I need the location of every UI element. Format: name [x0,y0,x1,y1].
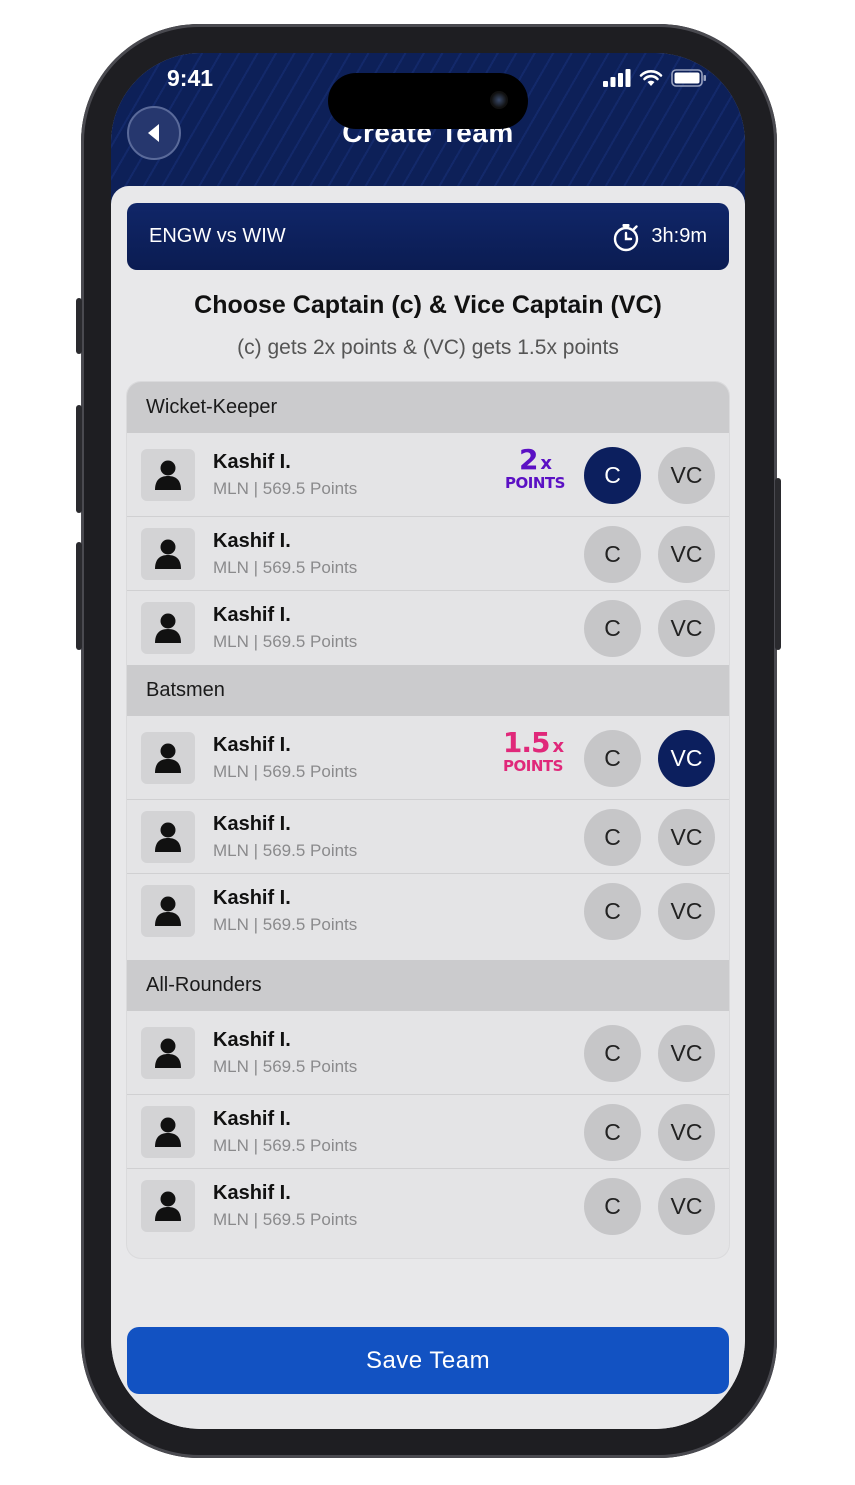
avatar [141,731,195,784]
instructions-subtitle: (c) gets 2x points & (VC) gets 1.5x poin… [237,336,619,359]
captain-button[interactable]: C [584,599,641,657]
player-row: Kashif I. MLN | 569.5 Points C VC [127,1011,729,1095]
wifi-icon [639,70,663,86]
player-meta: MLN | 569.5 Points [213,1136,358,1155]
player-meta: MLN | 569.5 Points [213,1210,358,1229]
player-row: Kashif I. MLN | 569.5 Points C VC [127,1169,729,1243]
player-row: Kashif I. MLN | 569.5 Points C VC [127,517,729,591]
player-meta: MLN | 569.5 Points [213,762,358,781]
user-icon [155,613,181,643]
vice-captain-button[interactable]: VC [658,446,715,504]
user-icon [155,822,181,852]
vice-captain-button[interactable]: VC [658,808,715,866]
avatar [141,810,195,863]
user-icon [155,896,181,926]
player-meta: MLN | 569.5 Points [213,479,358,498]
stopwatch-icon [614,223,639,251]
section-header: All-Rounders [127,960,729,1011]
app-screen: 9:41 Create Team ENGW vs WIW 3h:9m Choos… [111,53,745,1429]
player-list: Wicket-Keeper Kashif I. MLN | 569.5 Points… [127,382,729,1258]
section-header: Wicket-Keeper [127,382,729,433]
avatar [141,1026,195,1079]
avatar [141,1105,195,1158]
badge-x: x [552,736,564,757]
player-name: Kashif I. [213,604,291,626]
player-row: Kashif I. MLN | 569.5 Points C VC [127,874,729,948]
captain-button[interactable]: C [584,882,641,940]
save-team-button[interactable]: Save Team [127,1327,729,1394]
captain-button[interactable]: C [584,1103,641,1161]
player-name: Kashif I. [213,734,291,756]
player-name: Kashif I. [213,1029,291,1051]
back-arrow-icon [148,124,159,142]
user-icon [155,743,181,773]
vice-captain-button[interactable]: VC [658,729,715,787]
match-teams: ENGW vs WIW [149,225,286,247]
power-button [775,478,781,650]
captain-button[interactable]: C [584,446,641,504]
player-meta: MLN | 569.5 Points [213,1057,358,1076]
player-meta: MLN | 569.5 Points [213,558,358,577]
player-meta: MLN | 569.5 Points [213,632,358,651]
captain-button[interactable]: C [584,1024,641,1082]
vice-captain-button[interactable]: VC [658,525,715,583]
player-row: Kashif I. MLN | 569.5 Points 1.5 x POINTS C VC [127,716,729,800]
mute-switch [76,298,82,354]
user-icon [155,460,181,490]
player-name: Kashif I. [213,1182,291,1204]
captain-button[interactable]: C [584,729,641,787]
section-header: Batsmen [127,665,729,716]
captain-points-badge: 2 x POINTS [499,446,571,491]
signal-icon [603,69,631,87]
avatar [141,448,195,501]
player-name: Kashif I. [213,813,291,835]
user-icon [155,1038,181,1068]
badge-label: POINTS [505,474,565,492]
match-timer: 3h:9m [611,222,707,252]
player-row: Kashif I. MLN | 569.5 Points C VC [127,800,729,874]
player-name: Kashif I. [213,530,291,552]
player-name: Kashif I. [213,451,291,473]
back-button[interactable] [127,106,181,160]
captain-button[interactable]: C [584,808,641,866]
player-name: Kashif I. [213,887,291,909]
user-icon [155,1117,181,1147]
volume-up-button [76,405,82,513]
status-time: 9:41 [167,65,214,91]
vice-captain-button[interactable]: VC [658,1024,715,1082]
avatar [141,527,195,580]
player-row: Kashif I. MLN | 569.5 Points C VC [127,1095,729,1169]
badge-x: x [540,453,552,474]
badge-multiplier: 1.5 [502,726,551,759]
captain-button[interactable]: C [584,525,641,583]
vice-captain-button[interactable]: VC [658,599,715,657]
time-left: 3h:9m [651,225,707,247]
dynamic-island [328,73,528,129]
vice-captain-button[interactable]: VC [658,882,715,940]
player-row: Kashif I. MLN | 569.5 Points 2 x POINTS C VC [127,433,729,517]
vice-captain-points-badge: 1.5 x POINTS [497,729,569,774]
vice-captain-button[interactable]: VC [658,1103,715,1161]
avatar [141,1180,195,1232]
battery-icon [671,69,706,87]
camera-icon [490,91,508,109]
avatar [141,885,195,937]
player-row: Kashif I. MLN | 569.5 Points C VC [127,591,729,665]
vice-captain-button[interactable]: VC [658,1177,715,1235]
player-name: Kashif I. [213,1108,291,1130]
match-bar: ENGW vs WIW 3h:9m [127,203,729,270]
avatar [141,602,195,654]
captain-button[interactable]: C [584,1177,641,1235]
volume-down-button [76,542,82,650]
status-icons [603,69,707,87]
user-icon [155,539,181,569]
badge-multiplier: 2 [518,443,539,476]
instructions-title: Choose Captain (c) & Vice Captain (VC) [194,291,662,319]
content-panel: ENGW vs WIW 3h:9m Choose Captain (c) & V… [111,186,745,1429]
player-meta: MLN | 569.5 Points [213,841,358,860]
player-meta: MLN | 569.5 Points [213,915,358,934]
badge-label: POINTS [503,757,563,775]
user-icon [155,1191,181,1221]
